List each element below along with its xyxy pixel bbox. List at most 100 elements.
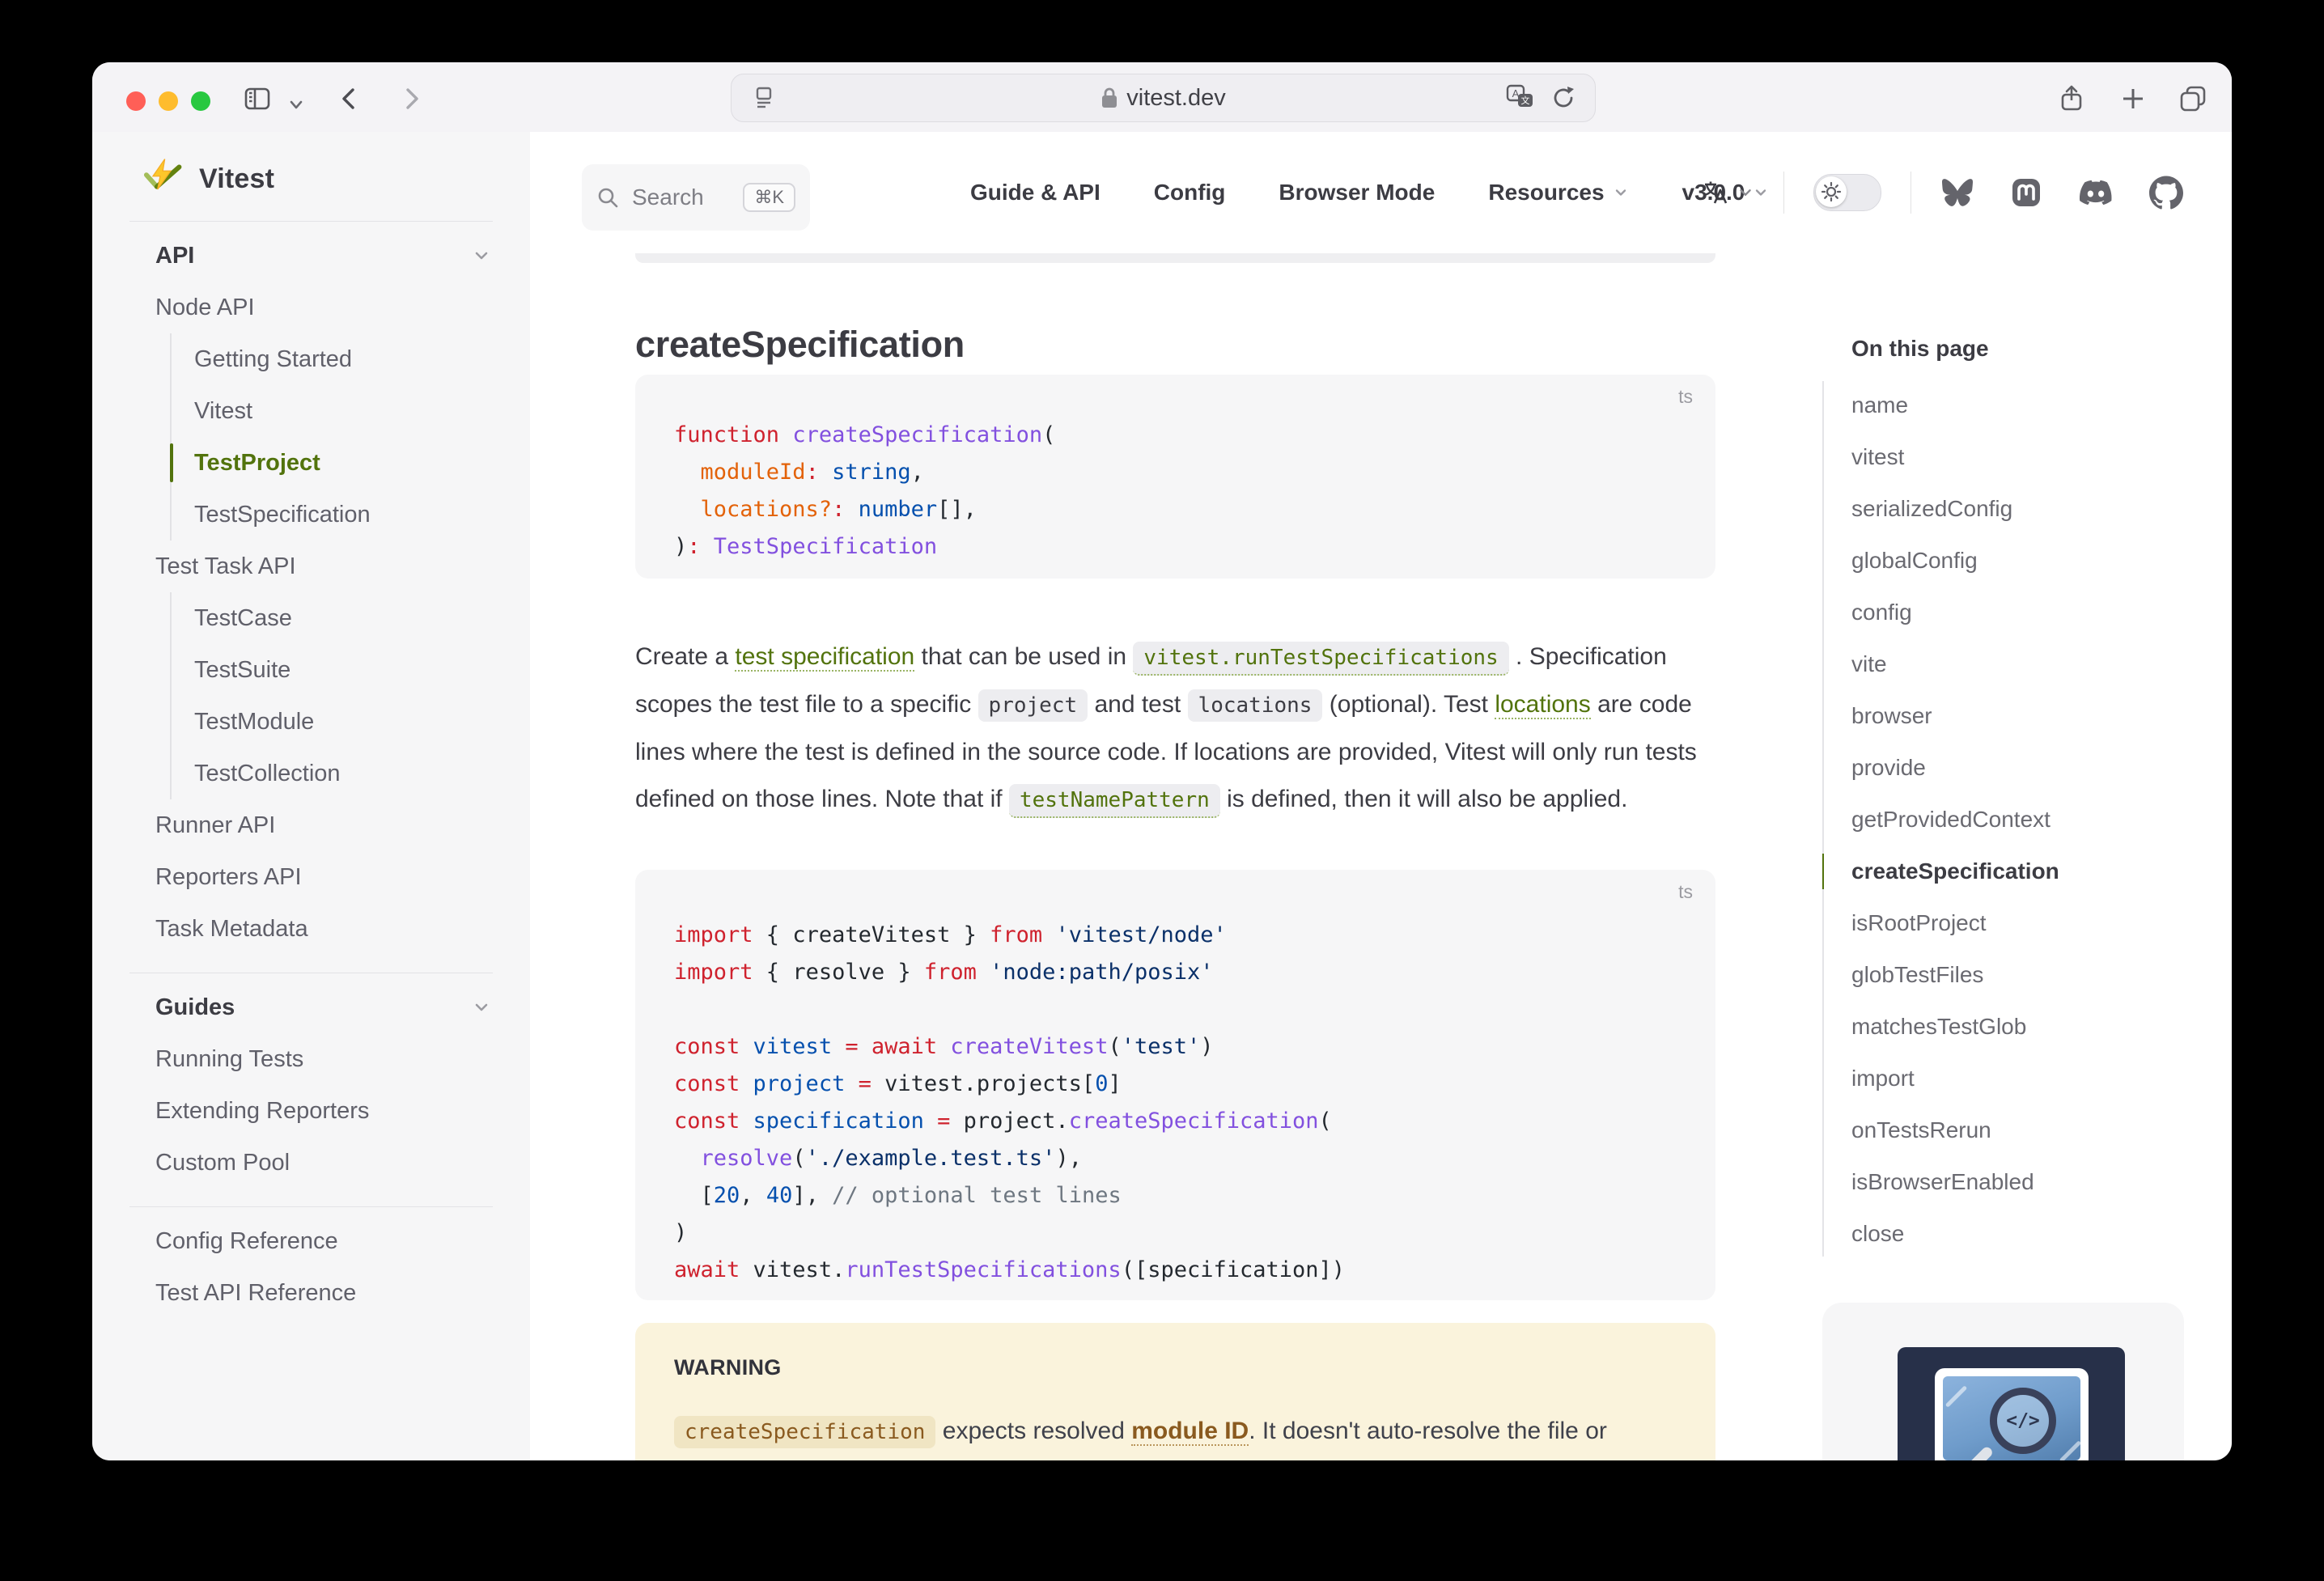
nav-dropdown-resources[interactable]: Resources bbox=[1488, 180, 1628, 206]
address-bar[interactable]: vitest.dev A 文 bbox=[731, 74, 1596, 122]
sidebar-subgroup: Getting Started Vitest TestProjectTestSpec… bbox=[170, 333, 530, 540]
toc-item-vitest[interactable]: vitest bbox=[1851, 431, 2059, 483]
search-icon bbox=[596, 186, 619, 209]
sidebar-item-testtaskapi[interactable]: Test Task API bbox=[92, 540, 530, 592]
code-line: import { createVitest } from 'vitest/nod… bbox=[674, 917, 1677, 954]
sidebar-item-extendingreporters[interactable]: Extending Reporters bbox=[92, 1085, 530, 1137]
sidebar-item-runnerapi[interactable]: Runner API bbox=[92, 799, 530, 851]
chevron-down-icon[interactable] bbox=[286, 90, 306, 119]
reload-icon[interactable] bbox=[1550, 84, 1577, 112]
sidebar-section-guides[interactable]: Guides bbox=[92, 981, 530, 1033]
minimize-window-button[interactable] bbox=[159, 91, 178, 111]
aside-track bbox=[1822, 381, 1824, 1257]
search-input[interactable]: Search ⌘K bbox=[582, 164, 810, 231]
inline-link[interactable]: locations bbox=[1495, 691, 1590, 719]
toc-item-globalconfig[interactable]: globalConfig bbox=[1851, 535, 2059, 587]
code-line: const project = vitest.projects[0] bbox=[674, 1066, 1677, 1103]
sidebar-item-taskmetadata[interactable]: Task Metadata bbox=[92, 903, 530, 955]
nav-link-guideapi[interactable]: Guide & API bbox=[970, 180, 1101, 206]
code-lang-label: ts bbox=[1678, 881, 1693, 903]
sidebar-item-label: Vitest bbox=[194, 398, 252, 425]
back-icon[interactable] bbox=[335, 84, 364, 113]
toc-item-name[interactable]: name bbox=[1851, 379, 2059, 431]
github-icon[interactable] bbox=[2149, 176, 2183, 210]
warning-text: createSpecification expects resolved mod… bbox=[674, 1408, 1677, 1460]
on-this-page-list: namevitestserializedConfigglobalConfigco… bbox=[1851, 379, 2059, 1260]
text: is defined, then it will also be applied… bbox=[1220, 786, 1628, 812]
sidebar-item-configreference[interactable]: Config Reference bbox=[92, 1215, 530, 1267]
close-window-button[interactable] bbox=[126, 91, 146, 111]
inline-link[interactable]: test specification bbox=[735, 643, 914, 672]
sidebar-item-runningtests[interactable]: Running Tests bbox=[92, 1033, 530, 1085]
lock-icon bbox=[1101, 87, 1118, 109]
text: Create a bbox=[635, 643, 735, 670]
translate-icon bbox=[1701, 179, 1728, 206]
section-divider bbox=[129, 221, 493, 222]
sidebar-item-testmodule[interactable]: TestModule bbox=[172, 696, 530, 748]
language-menu[interactable] bbox=[1701, 179, 1754, 206]
inline-link[interactable]: module ID bbox=[1131, 1418, 1249, 1446]
sidebar-item-label: Getting Started bbox=[194, 346, 352, 373]
inline-link[interactable]: testNamePattern bbox=[1009, 784, 1220, 818]
sun-icon bbox=[1816, 176, 1847, 207]
sidebar-subgroup: TestCaseTestSuite TestModule TestCollectio… bbox=[170, 592, 530, 799]
sidebar-item-testcase[interactable]: TestCase bbox=[172, 592, 530, 644]
sidebar-item-testproject[interactable]: TestProject bbox=[172, 437, 530, 489]
toc-item-import[interactable]: import bbox=[1851, 1053, 2059, 1104]
new-tab-icon[interactable] bbox=[2118, 84, 2148, 113]
sidebar-item-reportersapi[interactable]: Reporters API bbox=[92, 851, 530, 903]
sidebar-item-vitest[interactable]: Vitest bbox=[172, 385, 530, 437]
zoom-window-button[interactable] bbox=[191, 91, 210, 111]
toc-item-getprovidedcontext[interactable]: getProvidedContext bbox=[1851, 794, 2059, 846]
vitest-logo-icon bbox=[142, 158, 184, 200]
share-icon[interactable] bbox=[2057, 84, 2086, 113]
discord-icon[interactable] bbox=[2078, 176, 2114, 209]
code-line: function createSpecification( bbox=[674, 417, 1677, 454]
code-line: ) bbox=[674, 1214, 1677, 1252]
inline-link[interactable]: vitest.runTestSpecifications bbox=[1133, 642, 1508, 676]
sidebar-toggle-icon[interactable] bbox=[243, 84, 272, 113]
sidebar-item-gettingstarted[interactable]: Getting Started bbox=[172, 333, 530, 385]
nav-link-browsermode[interactable]: Browser Mode bbox=[1279, 180, 1435, 206]
toc-item-isbrowserenabled[interactable]: isBrowserEnabled bbox=[1851, 1156, 2059, 1208]
text: and test bbox=[1088, 691, 1187, 718]
code-search-icon: </> bbox=[1990, 1388, 2056, 1454]
toc-item-browser[interactable]: browser bbox=[1851, 690, 2059, 742]
sidebar-section-title: Guides bbox=[155, 994, 235, 1021]
toc-item-vite[interactable]: vite bbox=[1851, 638, 2059, 690]
code-line: await vitest.runTestSpecifications([spec… bbox=[674, 1252, 1677, 1289]
sidebar-item-testapireference[interactable]: Test API Reference bbox=[92, 1267, 530, 1319]
toc-item-matchestestglob[interactable]: matchesTestGlob bbox=[1851, 1001, 2059, 1053]
sidebar-section-api[interactable]: API bbox=[92, 230, 530, 282]
bluesky-icon[interactable] bbox=[1940, 177, 1974, 208]
code-line bbox=[674, 991, 1677, 1028]
logo-text: Vitest bbox=[199, 163, 274, 195]
warning-callout: WARNING createSpecification expects reso… bbox=[635, 1323, 1715, 1460]
active-item-bar bbox=[170, 443, 173, 482]
toc-item-close[interactable]: close bbox=[1851, 1208, 2059, 1260]
tab-overview-icon[interactable] bbox=[2178, 84, 2207, 113]
sidebar-item-nodeapi[interactable]: Node API bbox=[92, 282, 530, 333]
nav-link-config[interactable]: Config bbox=[1154, 180, 1226, 206]
toc-item-ontestsrerun[interactable]: onTestsRerun bbox=[1851, 1104, 2059, 1156]
mastodon-icon[interactable] bbox=[2010, 176, 2042, 209]
sidebar-item-testsuite[interactable]: TestSuite bbox=[172, 644, 530, 696]
toc-item-config[interactable]: config bbox=[1851, 587, 2059, 638]
sidebar-item-testspecification[interactable]: TestSpecification bbox=[172, 489, 530, 540]
vitest-logo[interactable]: Vitest bbox=[92, 132, 530, 203]
theme-toggle[interactable] bbox=[1813, 174, 1881, 211]
sidebar-item-label: TestModule bbox=[194, 709, 314, 735]
translate-badge-icon[interactable]: A 文 bbox=[1506, 84, 1535, 112]
forward-icon[interactable] bbox=[397, 84, 426, 113]
toc-item-globtestfiles[interactable]: globTestFiles bbox=[1851, 949, 2059, 1001]
code-line: locations?: number[], bbox=[674, 491, 1677, 528]
inline-code: locations bbox=[1188, 689, 1323, 722]
sidebar-item-testcollection[interactable]: TestCollection bbox=[172, 748, 530, 799]
toc-item-provide[interactable]: provide bbox=[1851, 742, 2059, 794]
sidebar-section-title: API bbox=[155, 243, 194, 269]
toc-item-serializedconfig[interactable]: serializedConfig bbox=[1851, 483, 2059, 535]
sidebar-item-custompool[interactable]: Custom Pool bbox=[92, 1137, 530, 1189]
toc-item-createspecification[interactable]: createSpecification bbox=[1851, 846, 2059, 897]
sponsor-card[interactable]: </> bbox=[1822, 1303, 2184, 1460]
toc-item-isrootproject[interactable]: isRootProject bbox=[1851, 897, 2059, 949]
